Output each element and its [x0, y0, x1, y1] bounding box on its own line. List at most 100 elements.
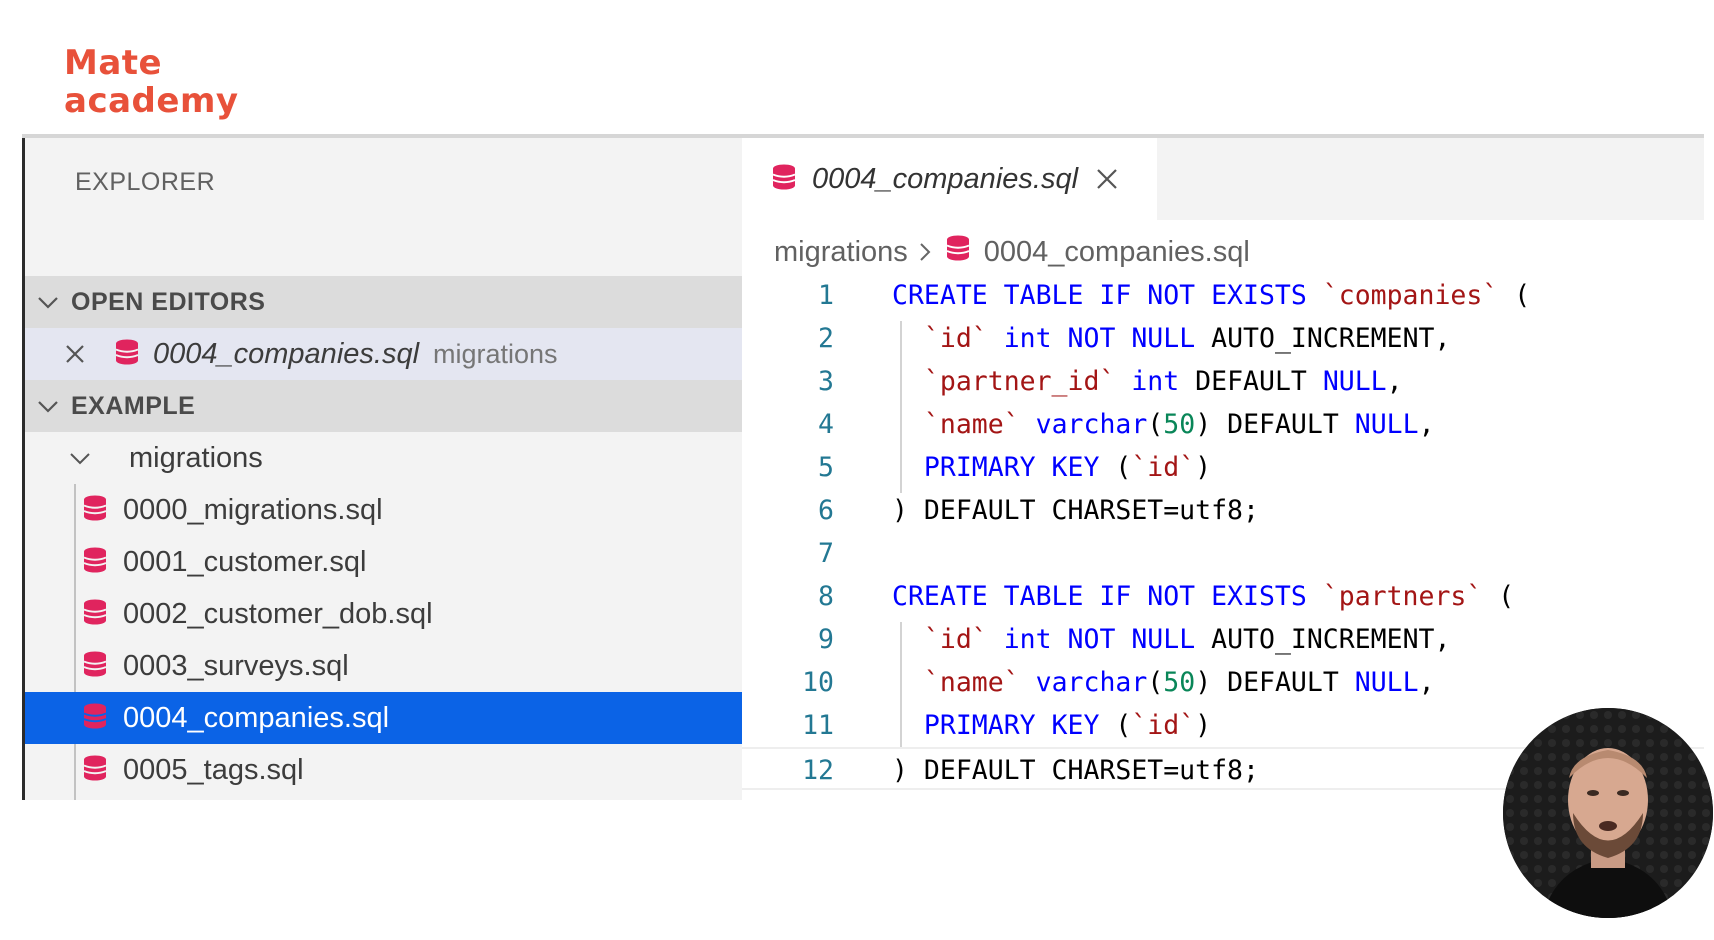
code-token: ( [1099, 710, 1132, 741]
line-source: `name` varchar(50) DEFAULT NULL, [892, 661, 1435, 704]
file-name: 0002_customer_dob.sql [123, 597, 433, 630]
breadcrumb: migrations 0004_companies.sql [774, 230, 1250, 274]
code-token: , [1418, 667, 1435, 698]
code-token: ( [1099, 452, 1132, 483]
code-token: `partners` [1322, 581, 1483, 612]
code-line[interactable]: 9 `id` int NOT NULL AUTO_INCREMENT, [742, 618, 1704, 661]
code-line[interactable]: 8 CREATE TABLE IF NOT EXISTS `partners` ( [742, 575, 1704, 618]
code-token: `id` [923, 624, 988, 655]
line-source: CREATE TABLE IF NOT EXISTS `companies` ( [892, 274, 1530, 317]
line-number: 9 [818, 624, 834, 655]
code-line[interactable]: 7 [742, 532, 1704, 575]
code-token: varchar [1035, 409, 1148, 440]
code-token: `name` [923, 409, 1020, 440]
code-token: `id` [923, 323, 988, 354]
file-name: 0001_customer.sql [123, 545, 367, 578]
file-item[interactable]: 0002_customer_dob.sql [25, 588, 742, 640]
chevron-down-icon[interactable] [25, 380, 71, 432]
line-number: 6 [818, 495, 834, 526]
code-line[interactable]: 4 `name` varchar(50) DEFAULT NULL, [742, 403, 1704, 446]
brand-line-2: academy [64, 81, 239, 121]
file-item[interactable]: 0003_surveys.sql [25, 640, 742, 692]
file-item[interactable]: 0005_tags.sql [25, 744, 742, 796]
line-source: CREATE TABLE IF NOT EXISTS `partners` ( [892, 575, 1514, 618]
file-item[interactable]: 0000_migrations.sql [25, 484, 742, 536]
code-token: `id` [1131, 710, 1196, 741]
code-editor: 0004_companies.sql migrations 0004_compa… [742, 138, 1704, 800]
code-line[interactable]: 5 PRIMARY KEY (`id`) [742, 446, 1704, 489]
open-editor-folder: migrations [433, 338, 558, 369]
code-token: NULL [1354, 667, 1419, 698]
code-token: int NOT NULL [1003, 624, 1196, 655]
file-name: 0003_surveys.sql [123, 649, 349, 682]
line-source: `id` int NOT NULL AUTO_INCREMENT, [892, 317, 1451, 360]
explorer-sidebar: EXPLORER OPEN EDITORS 0004_companies.sql… [22, 138, 742, 800]
breadcrumb-file[interactable]: 0004_companies.sql [984, 236, 1250, 269]
code-token: 50 [1163, 667, 1196, 698]
file-item[interactable]: 0001_customer.sql [25, 536, 742, 588]
code-token: AUTO_INCREMENT, [1195, 624, 1451, 655]
code-line[interactable]: 3 `partner_id` int DEFAULT NULL, [742, 360, 1704, 403]
code-token: ( [1147, 409, 1164, 440]
close-icon[interactable] [25, 328, 84, 380]
file-item[interactable]: 0006_constructs.sql [25, 796, 742, 800]
database-icon [83, 703, 107, 734]
chevron-down-icon[interactable] [25, 276, 71, 328]
tab-active[interactable]: 0004_companies.sql [742, 138, 1157, 220]
database-icon [83, 755, 107, 786]
open-editors-header[interactable]: OPEN EDITORS [25, 276, 742, 328]
code-token: PRIMARY KEY [923, 452, 1100, 483]
database-icon [83, 495, 107, 526]
chevron-right-icon [918, 241, 932, 263]
code-token: ) DEFAULT CHARSET=utf8; [892, 755, 1259, 786]
code-line[interactable]: 2 `id` int NOT NULL AUTO_INCREMENT, [742, 317, 1704, 360]
example-header[interactable]: EXAMPLE [25, 380, 742, 432]
code-line[interactable]: 6) DEFAULT CHARSET=utf8; [742, 489, 1704, 532]
code-token: NULL [1322, 366, 1387, 397]
line-source: PRIMARY KEY (`id`) [892, 704, 1211, 747]
line-source: `partner_id` int DEFAULT NULL, [892, 360, 1403, 403]
close-icon[interactable] [1096, 168, 1118, 190]
line-number: 11 [802, 710, 834, 741]
chevron-down-icon[interactable] [25, 432, 129, 484]
folder-migrations[interactable]: migrations [25, 432, 742, 484]
open-editors-label: OPEN EDITORS [71, 287, 266, 316]
file-name: 0004_companies.sql [123, 701, 390, 734]
database-icon [115, 339, 139, 370]
presenter-webcam [1503, 708, 1713, 918]
file-name: 0000_migrations.sql [123, 493, 383, 526]
code-token: ( [1147, 667, 1164, 698]
file-name: 0005_tags.sql [123, 753, 304, 786]
open-editor-item[interactable]: 0004_companies.sql migrations [25, 328, 742, 380]
open-editor-filename: 0004_companies.sql [153, 337, 420, 370]
code-line[interactable]: 1 CREATE TABLE IF NOT EXISTS `companies` … [742, 274, 1704, 317]
line-source: ) DEFAULT CHARSET=utf8; [892, 749, 1259, 792]
code-token: ( [1482, 581, 1515, 612]
brand-line-1: Mate [64, 43, 163, 83]
code-token: CREATE TABLE IF NOT EXISTS [892, 581, 1323, 612]
code-token: `partner_id` [923, 366, 1116, 397]
database-icon [83, 599, 107, 630]
line-source: `id` int NOT NULL AUTO_INCREMENT, [892, 618, 1451, 661]
line-number: 7 [818, 538, 834, 569]
example-label: EXAMPLE [71, 391, 196, 420]
breadcrumb-folder[interactable]: migrations [774, 236, 908, 269]
file-item[interactable]: 0004_companies.sql [25, 692, 742, 744]
code-token: 50 [1163, 409, 1196, 440]
line-number: 3 [818, 366, 834, 397]
code-token: CREATE TABLE IF NOT EXISTS [892, 280, 1323, 311]
code-token: varchar [1035, 667, 1148, 698]
line-number: 12 [802, 755, 834, 786]
line-number: 8 [818, 581, 834, 612]
code-token: , [1386, 366, 1403, 397]
code-line[interactable]: 10 `name` varchar(50) DEFAULT NULL, [742, 661, 1704, 704]
line-number: 4 [818, 409, 834, 440]
